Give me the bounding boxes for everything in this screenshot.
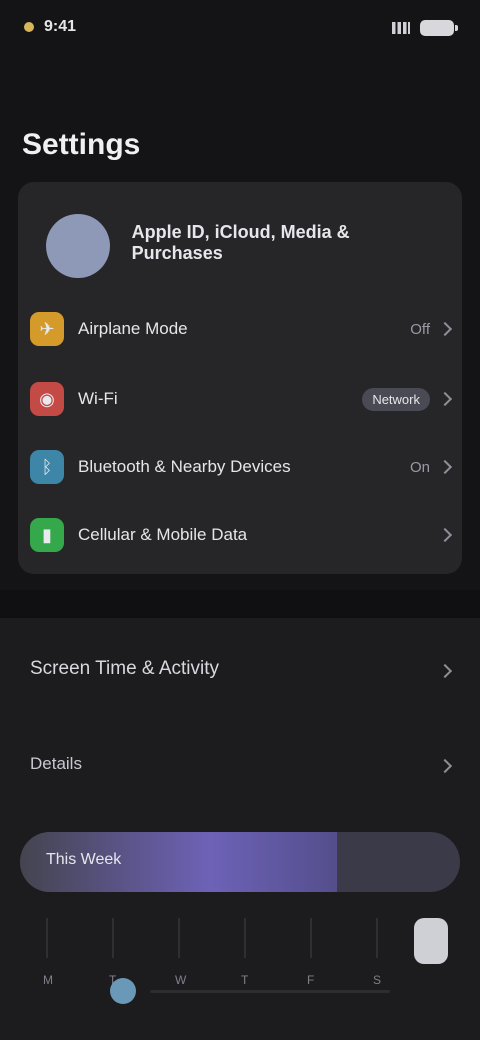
day-tick-label: T [241,973,249,987]
row-right: Network [362,387,453,411]
chevron-right-icon [437,391,453,407]
wifi-icon: ◉ [30,382,64,416]
airplane-icon: ✈ [30,312,64,346]
day-tick [112,918,114,958]
settings-row-wifi[interactable]: ◉ Wi-Fi Network [30,372,453,426]
chevron-right-icon [437,758,453,774]
status-bar: 9:41 [0,0,480,60]
day-tick-label: M [43,973,53,987]
cellular-icon: ▮ [30,518,64,552]
profile-dot-icon [110,978,136,1004]
row-label: Wi-Fi [78,389,118,408]
day-tick [46,918,48,958]
day-tick-label: F [307,973,315,987]
row-right: On [409,458,453,476]
row-right: Off [410,320,453,338]
activity-section: Screen Time & Activity Details This Week… [0,618,480,1040]
status-time: 9:41 [44,18,77,35]
usage-bar-label: This Week [46,851,122,868]
day-tick [178,918,180,958]
share-button[interactable] [414,918,448,964]
account-name: Apple ID, iCloud, Media & Purchases [131,222,350,263]
row-label: Cellular & Mobile Data [78,525,248,544]
day-tick-label: S [373,973,382,987]
settings-row-cellular[interactable]: ▮ Cellular & Mobile Data [30,508,453,562]
settings-row-bluetooth[interactable]: ᛒ Bluetooth & Nearby Devices On [30,440,453,494]
settings-row-airplane[interactable]: ✈ Airplane Mode Off [30,302,453,356]
settings-card: Apple ID, iCloud, Media & Purchases ✈ Ai… [18,182,462,574]
section-title[interactable]: Screen Time & Activity [30,658,219,680]
day-tick [310,918,312,958]
home-indicator [150,990,390,993]
notification-dot-icon [24,22,34,32]
status-right [392,20,458,36]
account-text: Apple ID, iCloud, Media & Purchases [132,222,444,270]
page-title: Settings [22,128,141,161]
bluetooth-icon: ᛒ [30,450,64,484]
details-row[interactable]: Details [30,754,82,774]
day-tick-label: W [175,973,187,987]
battery-icon [420,20,458,36]
section-divider [0,590,480,618]
row-value: Off [410,320,430,338]
chevron-right-icon [437,663,453,679]
row-right [430,527,453,543]
chevron-right-icon [437,321,453,337]
account-row[interactable]: Apple ID, iCloud, Media & Purchases [36,200,444,292]
status-left: 9:41 [24,18,76,36]
usage-bar[interactable]: This Week [20,832,460,892]
day-tick [244,918,246,958]
row-label: Bluetooth & Nearby Devices [78,457,291,476]
signal-icon [392,22,410,34]
row-label: Airplane Mode [78,319,188,338]
day-tick [376,918,378,958]
chevron-right-icon [437,459,453,475]
row-value: On [409,458,430,476]
avatar [46,214,110,278]
row-value-badge: Network [362,387,430,411]
chevron-right-icon [437,527,453,543]
